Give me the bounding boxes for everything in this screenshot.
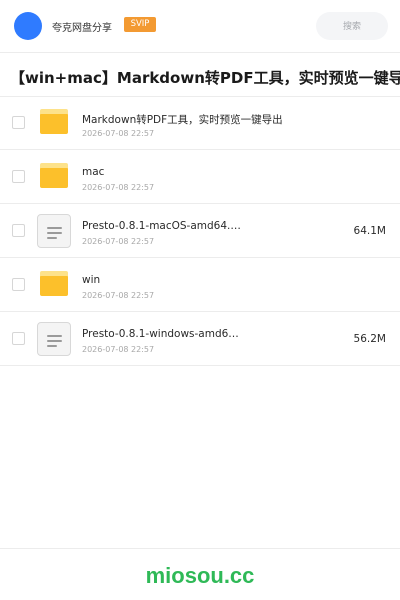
item-name: Presto-0.8.1-macOS-amd64.… xyxy=(82,220,241,232)
list-item[interactable]: win 2026-07-08 22:57 xyxy=(0,258,400,312)
folder-icon xyxy=(40,163,68,188)
select-checkbox[interactable] xyxy=(12,224,25,237)
select-checkbox[interactable] xyxy=(12,170,25,183)
item-name: Markdown转PDF工具，实时预览一键导出 xyxy=(82,114,283,126)
item-name: win xyxy=(82,274,101,286)
list-item[interactable]: Markdown转PDF工具，实时预览一键导出 2026-07-08 22:57 xyxy=(0,96,400,150)
share-title-bar: 【win+mac】Markdown转PDF工具，实时预览一键导出 xyxy=(0,52,400,97)
select-checkbox[interactable] xyxy=(12,332,25,345)
folder-icon xyxy=(40,271,68,296)
select-checkbox[interactable] xyxy=(12,116,25,129)
list-item[interactable]: Presto-0.8.1-windows-amd6… 2026-07-08 22… xyxy=(0,312,400,366)
item-size: 64.1M xyxy=(353,225,386,237)
item-date: 2026-07-08 22:57 xyxy=(82,183,155,192)
header: 夸克网盘分享 SVIP xyxy=(0,0,400,52)
item-size: 56.2M xyxy=(353,333,386,345)
share-title: 【win+mac】Markdown转PDF工具，实时预览一键导出 xyxy=(10,69,400,87)
document-icon xyxy=(37,322,71,356)
list-item[interactable]: Presto-0.8.1-macOS-amd64.… 2026-07-08 22… xyxy=(0,204,400,258)
item-date: 2026-07-08 22:57 xyxy=(82,345,155,354)
document-icon xyxy=(37,214,71,248)
item-name: Presto-0.8.1-windows-amd6… xyxy=(82,328,239,340)
item-name: mac xyxy=(82,166,105,178)
footer-brand[interactable]: miosou.cc xyxy=(0,563,400,589)
select-checkbox[interactable] xyxy=(12,278,25,291)
item-date: 2026-07-08 22:57 xyxy=(82,237,155,246)
item-date: 2026-07-08 22:57 xyxy=(82,291,155,300)
avatar[interactable] xyxy=(14,12,42,40)
site-name: 夸克网盘分享 xyxy=(52,23,112,34)
item-date: 2026-07-08 22:57 xyxy=(82,129,155,138)
search-input[interactable] xyxy=(316,12,388,40)
svip-badge: SVIP xyxy=(124,17,156,32)
folder-icon xyxy=(40,109,68,134)
list-item[interactable]: mac 2026-07-08 22:57 xyxy=(0,150,400,204)
footer: miosou.cc xyxy=(0,548,400,600)
file-list: Markdown转PDF工具，实时预览一键导出 2026-07-08 22:57… xyxy=(0,96,400,366)
